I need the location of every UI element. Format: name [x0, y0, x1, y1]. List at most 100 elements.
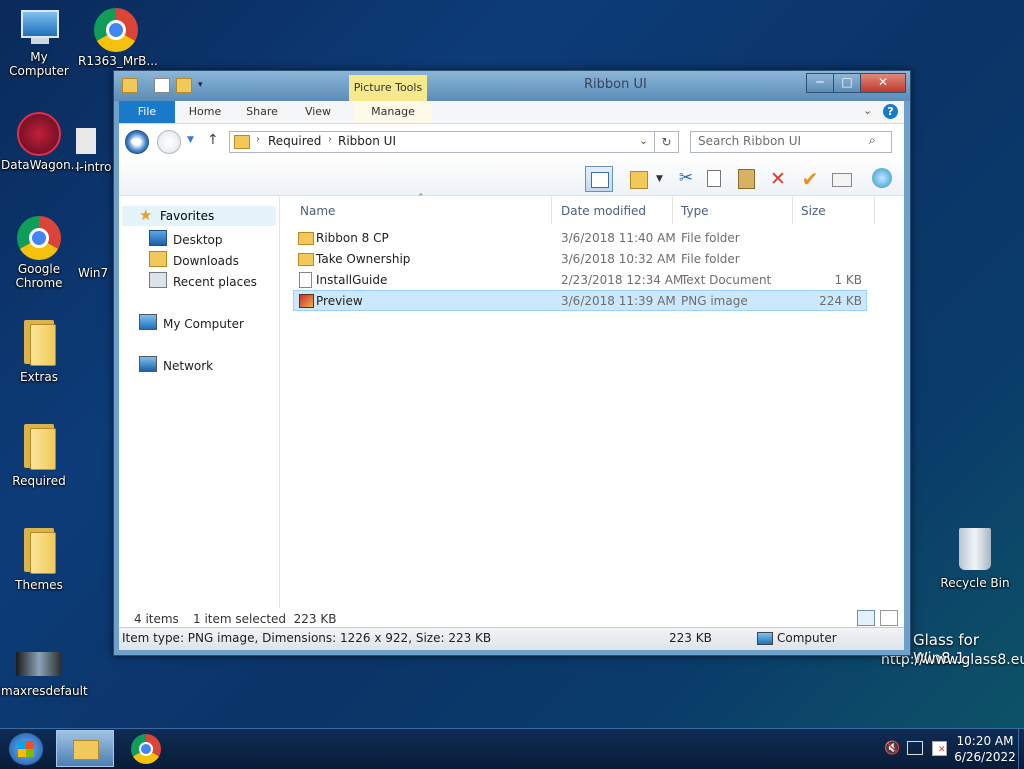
desktop-icon-required[interactable]: Required — [1, 424, 77, 488]
tab-share[interactable]: Share — [237, 101, 287, 123]
tab-view[interactable]: View — [293, 101, 343, 123]
show-desktop-button[interactable] — [1018, 729, 1024, 769]
qat-dropdown-icon[interactable]: ▾ — [198, 80, 203, 90]
file-type: Text Document — [681, 273, 772, 287]
clock[interactable]: 10:20 AM 6/26/2022 — [950, 733, 1020, 765]
tab-home[interactable]: Home — [179, 101, 231, 123]
minimize-button[interactable]: ─ — [806, 73, 834, 93]
nav-item-label: Downloads — [173, 254, 239, 268]
column-header-name[interactable]: Name — [300, 204, 335, 218]
desktop-icon-label: Required — [12, 474, 66, 488]
desktop-icon-win7[interactable]: Win7 — [78, 266, 114, 280]
breadcrumb-required[interactable]: Required — [268, 134, 321, 148]
folder-icon — [234, 135, 250, 149]
column-header-date-modified[interactable]: Date modified — [561, 204, 646, 218]
nav-item-label: Recent places — [173, 275, 257, 289]
status-item-count: 4 items — [134, 612, 179, 626]
column-separator[interactable] — [792, 196, 793, 224]
action-center-icon[interactable]: ✕ — [932, 741, 947, 756]
window-titlebar[interactable]: ▾ Picture Tools Ribbon UI ─ □ ✕ — [114, 71, 910, 101]
address-bar[interactable]: › Required › Ribbon UI ⌄ ↻ — [229, 131, 679, 153]
table-row[interactable]: Take Ownership 3/6/2018 10:32 AM File fo… — [294, 249, 866, 269]
preview-pane-icon[interactable] — [585, 166, 613, 192]
desktop-icon-maxresdefault[interactable]: maxresdefault — [1, 652, 88, 698]
nav-item-downloads[interactable]: Downloads — [149, 251, 239, 268]
delete-icon[interactable]: ✕ — [767, 168, 789, 190]
back-button[interactable]: ← — [125, 130, 149, 154]
folder-icon — [24, 320, 56, 366]
folder-options-icon[interactable] — [627, 168, 649, 190]
desktop-icon-my-computer[interactable]: My Computer — [1, 8, 77, 78]
window-client: File Home Share View Manage ⌄ ? ← ▼ ↑ › … — [119, 101, 904, 650]
details-location: Computer — [777, 631, 837, 645]
file-type: PNG image — [681, 294, 748, 308]
network-status-icon[interactable] — [907, 741, 923, 755]
new-folder-icon[interactable] — [176, 78, 192, 93]
properties-icon[interactable] — [831, 168, 853, 190]
rename-icon[interactable]: ✔ — [799, 168, 821, 190]
network-globe-icon[interactable] — [872, 168, 894, 190]
nav-item-desktop[interactable]: Desktop — [149, 230, 223, 247]
column-header-size[interactable]: Size — [801, 204, 826, 218]
file-date: 3/6/2018 10:32 AM — [561, 252, 676, 266]
options-dropdown-icon[interactable]: ▼ — [656, 174, 663, 184]
help-icon[interactable]: ? — [883, 104, 898, 119]
nav-favorites[interactable]: ★ Favorites — [122, 206, 276, 226]
desktop-icon-themes[interactable]: Themes — [1, 528, 77, 592]
nav-item-my-computer[interactable]: My Computer — [139, 314, 244, 331]
maximize-button[interactable]: □ — [833, 73, 861, 93]
tab-manage[interactable]: Manage — [354, 101, 432, 123]
taskbar-chrome-button[interactable] — [131, 734, 161, 764]
start-button[interactable] — [8, 732, 44, 766]
sort-arrow-icon: ⌃ — [417, 193, 425, 203]
document-icon — [76, 128, 96, 154]
details-view-icon[interactable] — [857, 610, 875, 626]
desktop-icon-i-intro[interactable]: I-intro — [76, 128, 116, 174]
file-date: 2/23/2018 12:34 AM — [561, 273, 684, 287]
breadcrumb-separator-icon[interactable]: › — [328, 134, 332, 145]
column-separator[interactable] — [551, 196, 552, 224]
nav-item-recent-places[interactable]: Recent places — [149, 272, 257, 289]
search-input[interactable]: Search Ribbon UI — [698, 134, 801, 148]
search-box[interactable]: Search Ribbon UI ⌕ — [690, 131, 892, 153]
address-dropdown-icon[interactable]: ⌄ — [639, 134, 648, 147]
desktop-icon-label: Google Chrome — [15, 262, 63, 290]
desktop-icon-r1363[interactable]: R1363_MrB... — [78, 8, 158, 68]
network-icon — [139, 356, 157, 372]
tab-file[interactable]: File — [119, 101, 175, 123]
column-separator[interactable] — [672, 196, 673, 224]
table-row[interactable]: Ribbon 8 CP 3/6/2018 11:40 AM File folde… — [294, 228, 866, 248]
folder-icon — [24, 424, 56, 470]
windows-logo-icon — [18, 741, 34, 757]
desktop-icon-google-chrome[interactable]: Google Chrome — [1, 216, 77, 290]
command-toolbar: ▼ ✂ ✕ ✔ — [119, 161, 904, 196]
history-dropdown-icon[interactable]: ▼ — [187, 135, 194, 145]
nav-item-network[interactable]: Network — [139, 356, 213, 373]
computer-icon — [757, 632, 773, 645]
status-selection: 1 item selected 223 KB — [193, 612, 337, 626]
close-button[interactable]: ✕ — [860, 73, 906, 93]
desktop-icon-datawagon[interactable]: DataWagon... — [1, 112, 82, 172]
column-header-type[interactable]: Type — [681, 204, 709, 218]
column-separator[interactable] — [874, 196, 875, 224]
ribbon-expand-icon[interactable]: ⌄ — [863, 104, 872, 117]
table-row[interactable]: Preview 3/6/2018 11:39 AM PNG image 224 … — [293, 290, 867, 311]
details-size: 223 KB — [669, 631, 712, 645]
clock-date: 6/26/2022 — [954, 750, 1016, 764]
desktop-icon-recycle-bin[interactable]: Recycle Bin — [937, 528, 1013, 590]
up-arrow-icon[interactable]: ↑ — [207, 132, 219, 148]
forward-button[interactable] — [157, 130, 181, 154]
cut-icon[interactable]: ✂ — [675, 168, 697, 190]
refresh-icon[interactable]: ↻ — [654, 132, 678, 152]
table-row[interactable]: InstallGuide 2/23/2018 12:34 AM Text Doc… — [294, 270, 866, 290]
taskbar-explorer-button[interactable] — [56, 730, 114, 767]
breadcrumb-separator-icon[interactable]: › — [256, 134, 260, 145]
paste-icon[interactable] — [735, 168, 757, 190]
desktop-icon-extras[interactable]: Extras — [1, 320, 77, 384]
properties-icon[interactable] — [154, 78, 170, 93]
volume-muted-icon[interactable]: 🔇 — [884, 741, 900, 756]
breadcrumb-ribbon-ui[interactable]: Ribbon UI — [338, 134, 396, 148]
large-icons-view-icon[interactable] — [880, 610, 898, 626]
details-info: Item type: PNG image, Dimensions: 1226 x… — [122, 631, 492, 645]
copy-icon[interactable] — [704, 168, 726, 190]
